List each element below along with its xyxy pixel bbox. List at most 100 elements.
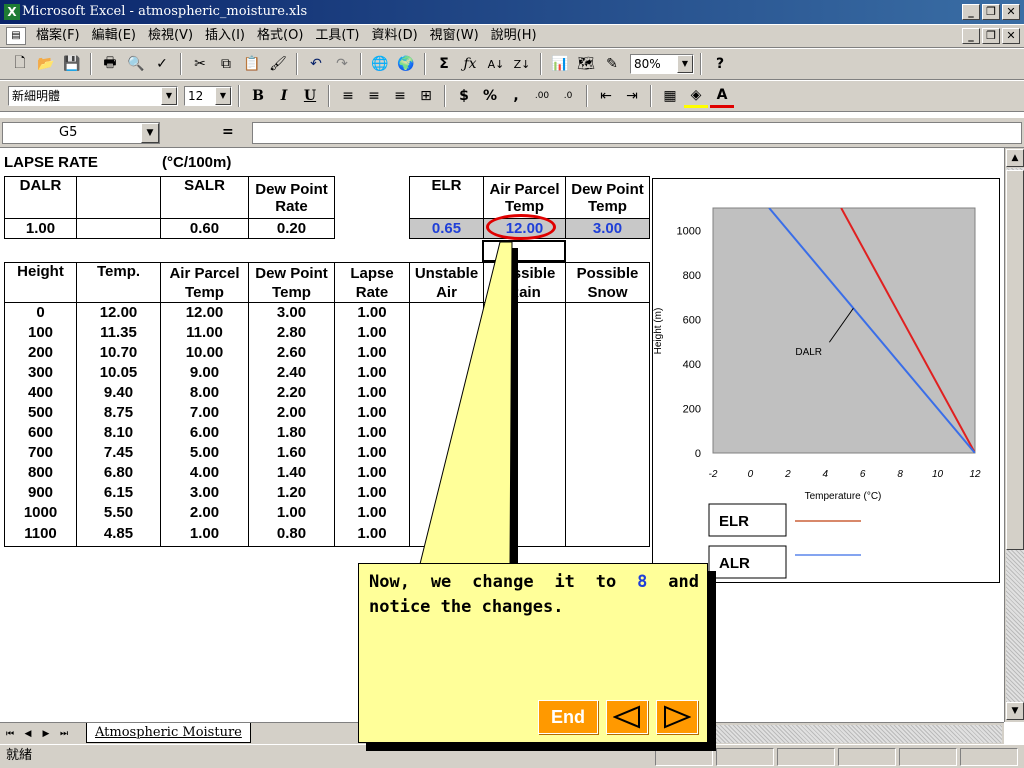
table-cell[interactable]: 6.80 bbox=[76, 462, 161, 483]
table-cell[interactable] bbox=[483, 322, 566, 343]
table-cell[interactable] bbox=[565, 342, 650, 363]
minimize-button[interactable]: _ bbox=[962, 4, 980, 20]
vertical-scrollbar[interactable]: ▲ ▼ bbox=[1004, 148, 1024, 722]
table-cell[interactable] bbox=[483, 522, 566, 547]
selected-cell[interactable] bbox=[482, 240, 566, 262]
end-button[interactable]: End bbox=[538, 700, 598, 734]
table-cell[interactable]: 3.00 bbox=[160, 482, 249, 503]
horizontal-scrollbar[interactable] bbox=[712, 725, 1002, 743]
autosum-icon[interactable]: Σ bbox=[432, 52, 456, 76]
table-cell[interactable] bbox=[409, 422, 484, 443]
decrease-indent-icon[interactable]: ⇤ bbox=[594, 84, 618, 108]
table-cell[interactable] bbox=[483, 442, 566, 463]
increase-decimal-icon[interactable]: .00 bbox=[530, 84, 554, 108]
table-cell[interactable]: 12.00 bbox=[76, 302, 161, 323]
table-cell[interactable] bbox=[483, 422, 566, 443]
table-cell[interactable] bbox=[565, 362, 650, 383]
table-cell[interactable]: 400 bbox=[4, 382, 77, 403]
chevron-down-icon[interactable]: ▼ bbox=[141, 123, 159, 143]
table-cell[interactable]: 10.70 bbox=[76, 342, 161, 363]
table-cell[interactable] bbox=[409, 342, 484, 363]
function-icon[interactable]: ƒx bbox=[458, 52, 482, 76]
table-cell[interactable]: 5.00 bbox=[160, 442, 249, 463]
table-cell[interactable]: 2.60 bbox=[248, 342, 335, 363]
table-cell[interactable] bbox=[409, 302, 484, 323]
table-cell[interactable]: 1000 bbox=[4, 502, 77, 523]
table-cell[interactable] bbox=[409, 522, 484, 547]
underline-icon[interactable]: U bbox=[298, 84, 322, 108]
table-cell[interactable]: 5.50 bbox=[76, 502, 161, 523]
salr-value[interactable]: 0.60 bbox=[160, 218, 249, 239]
table-cell[interactable]: 4.85 bbox=[76, 522, 161, 547]
help-icon[interactable]: ? bbox=[708, 52, 732, 76]
scroll-thumb[interactable] bbox=[1006, 170, 1024, 550]
table-cell[interactable] bbox=[565, 422, 650, 443]
previous-button[interactable] bbox=[606, 700, 648, 734]
edit-formula-button[interactable]: = bbox=[222, 124, 234, 140]
dew-point-value[interactable]: 3.00 bbox=[565, 218, 650, 239]
table-cell[interactable]: 8.75 bbox=[76, 402, 161, 423]
print-preview-icon[interactable]: 🔍 bbox=[124, 52, 148, 76]
cut-icon[interactable]: ✂ bbox=[188, 52, 212, 76]
table-cell[interactable] bbox=[565, 402, 650, 423]
table-cell[interactable] bbox=[565, 302, 650, 323]
menu-format[interactable]: 格式(O) bbox=[251, 26, 309, 46]
restore-button[interactable]: ❐ bbox=[982, 4, 1000, 20]
doc-restore-button[interactable]: ❐ bbox=[982, 28, 1000, 44]
chevron-down-icon[interactable]: ▼ bbox=[215, 87, 231, 105]
document-icon[interactable]: ▤ bbox=[6, 27, 26, 45]
merge-center-icon[interactable]: ⊞ bbox=[414, 84, 438, 108]
sort-ascending-icon[interactable]: A↓ bbox=[484, 52, 508, 76]
table-cell[interactable]: 1.60 bbox=[248, 442, 335, 463]
table-cell[interactable] bbox=[483, 502, 566, 523]
table-cell[interactable]: 500 bbox=[4, 402, 77, 423]
last-sheet-icon[interactable]: ⏭ bbox=[56, 726, 72, 742]
table-cell[interactable]: 1.20 bbox=[248, 482, 335, 503]
menu-data[interactable]: 資料(D) bbox=[366, 26, 424, 46]
redo-icon[interactable]: ↷ bbox=[330, 52, 354, 76]
drawing-icon[interactable]: ✎ bbox=[600, 52, 624, 76]
font-name-select[interactable]: 新細明體 ▼ bbox=[8, 86, 178, 106]
elr-value[interactable]: 0.65 bbox=[409, 218, 484, 239]
zoom-select[interactable]: 80% ▼ bbox=[630, 54, 694, 74]
save-icon[interactable]: 💾 bbox=[60, 52, 84, 76]
align-left-icon[interactable]: ≡ bbox=[336, 84, 360, 108]
table-cell[interactable]: 300 bbox=[4, 362, 77, 383]
menu-edit[interactable]: 編輯(E) bbox=[86, 26, 142, 46]
align-center-icon[interactable]: ≡ bbox=[362, 84, 386, 108]
next-button[interactable] bbox=[656, 700, 698, 734]
table-cell[interactable]: 10.05 bbox=[76, 362, 161, 383]
table-cell[interactable]: 1.00 bbox=[334, 422, 410, 443]
table-cell[interactable] bbox=[565, 442, 650, 463]
table-cell[interactable]: 1.00 bbox=[160, 522, 249, 547]
print-icon[interactable]: 🖶 bbox=[98, 52, 122, 76]
chevron-down-icon[interactable]: ▼ bbox=[677, 55, 693, 73]
table-cell[interactable]: 1.00 bbox=[334, 502, 410, 523]
table-cell[interactable]: 800 bbox=[4, 462, 77, 483]
table-cell[interactable] bbox=[483, 382, 566, 403]
table-cell[interactable]: 8.10 bbox=[76, 422, 161, 443]
table-cell[interactable]: 7.45 bbox=[76, 442, 161, 463]
table-cell[interactable]: 1.00 bbox=[334, 302, 410, 323]
table-cell[interactable] bbox=[409, 482, 484, 503]
doc-minimize-button[interactable]: _ bbox=[962, 28, 980, 44]
menu-help[interactable]: 說明(H) bbox=[485, 26, 543, 46]
table-cell[interactable] bbox=[409, 402, 484, 423]
new-icon[interactable]: 🗋 bbox=[8, 52, 32, 76]
web-toolbar-icon[interactable]: 🌍 bbox=[394, 52, 418, 76]
table-cell[interactable]: 600 bbox=[4, 422, 77, 443]
table-cell[interactable]: 200 bbox=[4, 342, 77, 363]
table-cell[interactable]: 1.00 bbox=[334, 522, 410, 547]
table-cell[interactable] bbox=[409, 502, 484, 523]
table-cell[interactable]: 700 bbox=[4, 442, 77, 463]
table-cell[interactable]: 1.00 bbox=[334, 322, 410, 343]
table-cell[interactable] bbox=[565, 502, 650, 523]
table-cell[interactable]: 2.40 bbox=[248, 362, 335, 383]
open-icon[interactable]: 📂 bbox=[34, 52, 58, 76]
table-cell[interactable]: 1.00 bbox=[334, 362, 410, 383]
prev-sheet-icon[interactable]: ◀ bbox=[20, 726, 36, 742]
italic-icon[interactable]: I bbox=[272, 84, 296, 108]
table-cell[interactable]: 1.00 bbox=[334, 382, 410, 403]
align-right-icon[interactable]: ≡ bbox=[388, 84, 412, 108]
formula-input[interactable] bbox=[252, 122, 1022, 144]
